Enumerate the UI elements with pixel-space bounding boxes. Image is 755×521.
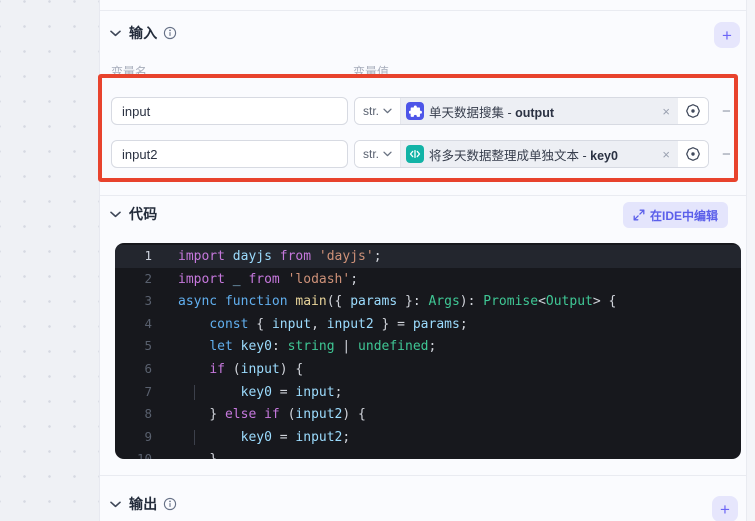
section-divider xyxy=(100,475,746,476)
code-line: 3 async function main({ params }: Args): … xyxy=(115,290,741,313)
remove-row-button[interactable]: − xyxy=(722,103,731,120)
variable-name-input[interactable] xyxy=(111,140,348,168)
chevron-down-icon xyxy=(383,151,392,157)
edit-in-ide-label: 在IDE中编辑 xyxy=(650,208,719,223)
chevron-down-icon xyxy=(383,108,392,114)
reference-label: 单天数据搜集 - output xyxy=(429,105,554,120)
clear-reference-icon[interactable]: × xyxy=(661,148,671,161)
add-input-variable-button[interactable]: + xyxy=(714,22,740,48)
plugin-node-icon xyxy=(406,102,424,120)
code-line: 4 const { input, input2 } = params; xyxy=(115,313,741,336)
workflow-canvas: 输入 + 变量名 变量值 str. 单天数据搜集 - output xyxy=(0,0,755,521)
code-line: 6 if (input) { xyxy=(115,358,741,381)
column-label-name: 变量名 xyxy=(111,65,148,79)
locate-node-button[interactable] xyxy=(678,141,708,167)
variable-name-input[interactable] xyxy=(111,97,348,125)
code-line: 7 key0 = input; xyxy=(115,381,741,404)
chevron-down-icon xyxy=(109,30,121,36)
line-number: 6 xyxy=(144,360,152,376)
code-line: 5 let key0: string | undefined; xyxy=(115,335,741,358)
line-number: 5 xyxy=(144,338,152,354)
panel-scrollbar-track[interactable] xyxy=(746,0,755,521)
reference-label: 将多天数据整理成单独文本 - key0 xyxy=(429,148,618,163)
code-line: 10 } xyxy=(115,448,741,459)
variable-value-control: str. 将多天数据整理成单独文本 - key0 × xyxy=(354,140,709,168)
info-icon[interactable] xyxy=(163,497,177,511)
edit-in-ide-button[interactable]: 在IDE中编辑 xyxy=(623,202,729,228)
code-node-icon xyxy=(406,145,424,163)
code-line: 8 } else if (input2) { xyxy=(115,403,741,426)
locate-node-button[interactable] xyxy=(678,98,708,124)
line-number: 4 xyxy=(144,315,152,331)
code-line: 2 import _ from 'lodash'; xyxy=(115,268,741,291)
line-number: 1 xyxy=(144,248,152,263)
reference-field: output xyxy=(515,105,554,120)
chevron-down-icon xyxy=(109,501,121,507)
type-select[interactable]: str. xyxy=(355,98,401,124)
code-line: 1 import dayjs from 'dayjs'; xyxy=(115,245,741,268)
variable-row: str. 将多天数据整理成单独文本 - key0 × − xyxy=(111,140,731,168)
reference-tag[interactable]: 单天数据搜集 - output × xyxy=(401,98,678,124)
line-number: 9 xyxy=(144,428,152,444)
target-icon xyxy=(686,104,700,118)
output-section-title: 输出 xyxy=(129,496,158,512)
reference-field: key0 xyxy=(590,148,618,163)
collapse-output-button[interactable] xyxy=(108,497,122,511)
node-config-panel: 输入 + 变量名 变量值 str. 单天数据搜集 - output xyxy=(99,0,746,521)
chevron-down-icon xyxy=(109,211,121,217)
remove-row-button[interactable]: − xyxy=(722,146,731,163)
add-output-variable-button[interactable]: + xyxy=(712,496,738,521)
reference-tag[interactable]: 将多天数据整理成单独文本 - key0 × xyxy=(401,141,678,167)
section-divider xyxy=(100,10,746,11)
code-line: 9 key0 = input2; xyxy=(115,426,741,449)
expand-icon xyxy=(633,209,645,221)
info-icon[interactable] xyxy=(163,26,177,40)
collapse-code-button[interactable] xyxy=(108,207,122,221)
code-editor[interactable]: 1 import dayjs from 'dayjs'; 2 import _ fro… xyxy=(115,243,741,459)
input-section-header: 输入 xyxy=(108,19,177,47)
input-section-title: 输入 xyxy=(129,25,158,41)
line-number: 8 xyxy=(144,406,152,422)
type-select-value: str. xyxy=(362,104,379,118)
type-select[interactable]: str. xyxy=(355,141,401,167)
line-number: 2 xyxy=(144,270,152,286)
type-select-value: str. xyxy=(362,147,379,161)
code-section-header: 代码 xyxy=(108,200,157,228)
collapse-input-button[interactable] xyxy=(108,26,122,40)
line-number: 10 xyxy=(136,451,152,459)
clear-reference-icon[interactable]: × xyxy=(661,105,671,118)
variable-value-control: str. 单天数据搜集 - output × xyxy=(354,97,709,125)
variable-row: str. 单天数据搜集 - output × − xyxy=(111,97,731,125)
output-section-header: 输出 xyxy=(108,490,177,518)
line-number: 3 xyxy=(144,293,152,309)
column-label-value: 变量值 xyxy=(353,65,390,79)
line-number: 7 xyxy=(144,383,152,399)
section-divider xyxy=(100,195,746,196)
code-section-title: 代码 xyxy=(129,206,158,222)
target-icon xyxy=(686,147,700,161)
